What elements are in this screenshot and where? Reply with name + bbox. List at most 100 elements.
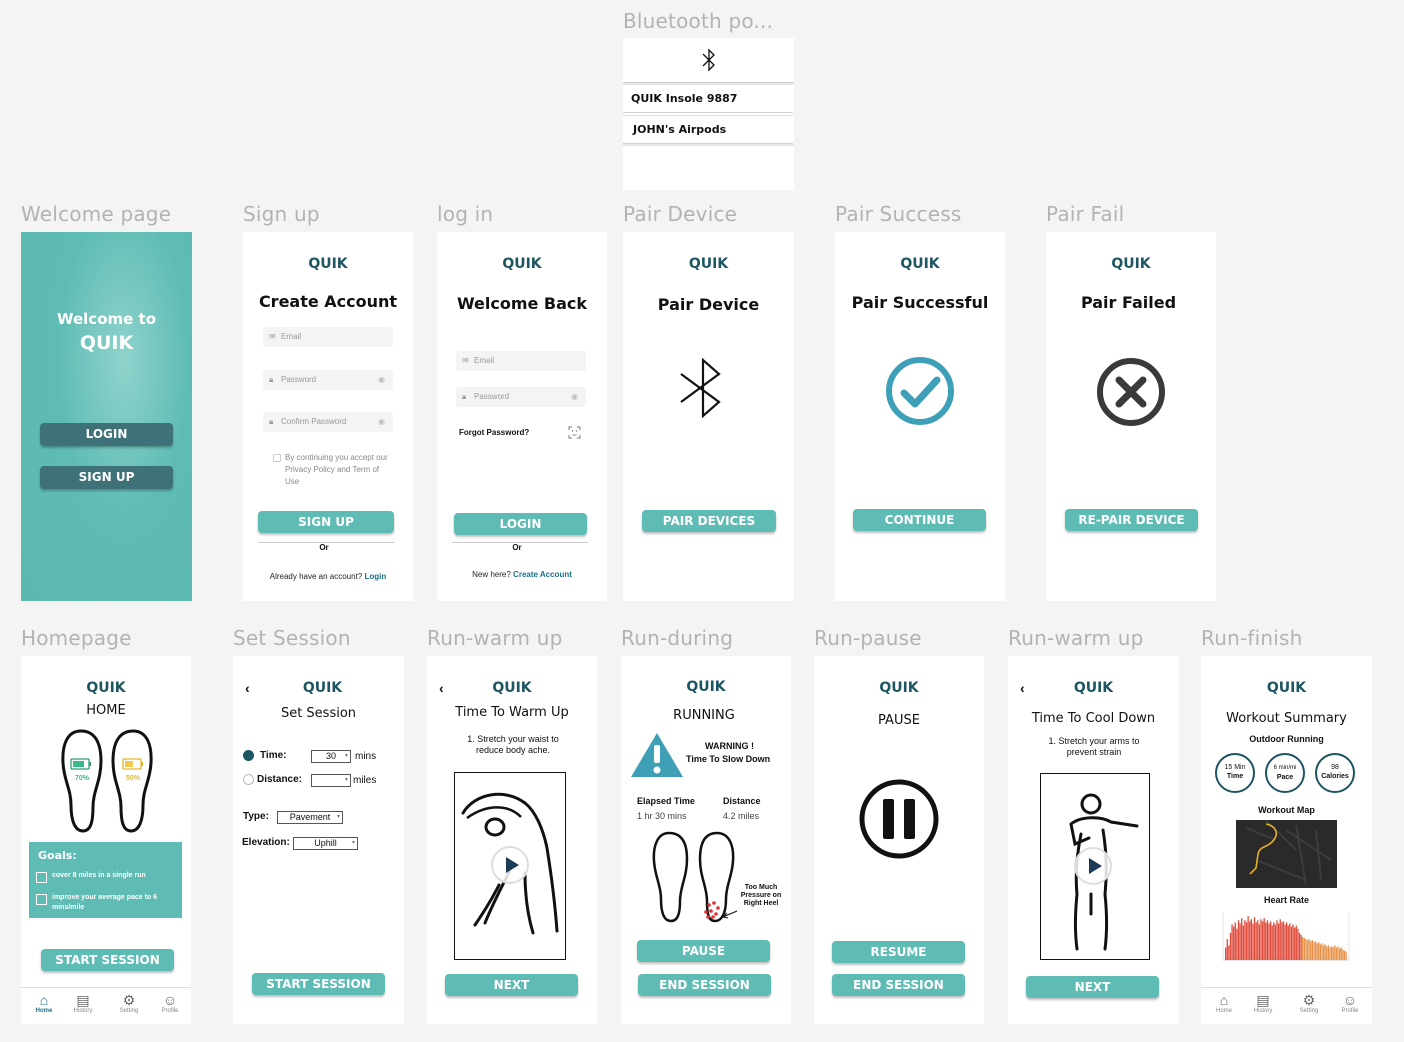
- nav-profile[interactable]: ☺ Profile: [153, 992, 187, 1014]
- email-field[interactable]: ✉ Email: [456, 351, 586, 371]
- distance-radio[interactable]: [243, 774, 254, 785]
- heart-rate-bar: [1314, 941, 1317, 960]
- heart-rate-bar: [1282, 921, 1285, 960]
- forgot-password-link[interactable]: Forgot Password?: [459, 428, 529, 437]
- workout-type: Outdoor Running: [1249, 734, 1324, 744]
- signup-submit-button[interactable]: SIGN UP: [258, 511, 394, 533]
- brand-logo: QUIK: [308, 256, 348, 272]
- start-session-button[interactable]: START SESSION: [252, 973, 385, 995]
- login-submit-button[interactable]: LOGIN: [454, 513, 587, 535]
- end-session-button[interactable]: END SESSION: [638, 974, 771, 996]
- pair-frame: QUIK Pair Device PAIR DEVICES: [623, 232, 794, 601]
- workout-map[interactable]: [1236, 820, 1337, 888]
- home-icon: ⌂: [1219, 992, 1229, 1008]
- profile-icon: ☺: [162, 992, 178, 1008]
- email-field[interactable]: ✉ Email: [263, 327, 393, 347]
- brand-logo: QUIK: [900, 256, 940, 272]
- repair-device-button[interactable]: RE-PAIR DEVICE: [1065, 509, 1198, 531]
- insole-pressure-illustration: [652, 831, 738, 923]
- eye-icon[interactable]: ◉: [378, 370, 385, 390]
- play-icon[interactable]: [491, 846, 529, 884]
- play-icon[interactable]: [1074, 847, 1112, 885]
- brand-logo: QUIK: [302, 680, 343, 696]
- password-field[interactable]: 🔒︎ Password ◉: [456, 387, 586, 407]
- end-session-button[interactable]: END SESSION: [832, 974, 965, 996]
- insoles-illustration: [61, 729, 153, 833]
- heart-rate-bar: [1257, 920, 1259, 960]
- finish-frame: QUIK Workout Summary Outdoor Running 15 …: [1201, 656, 1372, 1024]
- login-link[interactable]: Login: [364, 572, 386, 581]
- time-radio[interactable]: [243, 750, 254, 761]
- goal-checkbox[interactable]: [36, 894, 47, 905]
- heart-rate-bar: [1266, 920, 1269, 960]
- brand-logo: QUIK: [1073, 680, 1114, 696]
- nav-history[interactable]: ▤ History: [1246, 992, 1280, 1014]
- goal-item: cover 8 miles in a single run: [52, 872, 146, 879]
- set-session-frame: ‹ QUIK Set Session Time: 30 ▾ mins Distan…: [233, 656, 404, 1024]
- continue-button[interactable]: CONTINUE: [853, 509, 986, 531]
- history-icon: ▤: [76, 992, 90, 1008]
- video-player[interactable]: [1040, 773, 1150, 960]
- pause-frame: QUIK PAUSE RESUME END SESSION: [814, 656, 984, 1024]
- checkmark-circle-icon: [886, 357, 954, 425]
- next-button[interactable]: NEXT: [1026, 976, 1159, 998]
- type-select[interactable]: Pavement ▾: [277, 811, 343, 824]
- heart-rate-bar: [1298, 932, 1301, 960]
- signup-frame: QUIK Create Account ✉ Email 🔒︎ Password ◉ 🔒…: [243, 232, 413, 601]
- pair-devices-button[interactable]: PAIR DEVICES: [642, 510, 776, 532]
- lock-icon: 🔒︎: [462, 392, 467, 401]
- page-title: RUNNING: [673, 708, 735, 723]
- eye-icon[interactable]: ◉: [571, 387, 578, 407]
- nav-profile[interactable]: ☺ Profile: [1333, 992, 1367, 1014]
- device-row-airpods[interactable]: JOHN's Airpods: [623, 115, 793, 144]
- heart-rate-bar: [1310, 941, 1312, 960]
- terms-checkbox[interactable]: [273, 454, 281, 462]
- distance-label: Distance: [723, 796, 761, 806]
- page-title: HOME: [86, 703, 126, 718]
- heart-rate-bar: [1306, 940, 1309, 960]
- time-label: Time:: [260, 750, 287, 761]
- distance-select[interactable]: ▾: [311, 774, 351, 787]
- heart-rate-bar: [1269, 921, 1272, 960]
- start-session-button[interactable]: START SESSION: [41, 949, 174, 971]
- device-row-quik-insole[interactable]: QUIK Insole 9887: [623, 84, 793, 113]
- heart-rate-bar: [1343, 950, 1346, 960]
- bluetooth-icon: [702, 48, 715, 72]
- resume-button[interactable]: RESUME: [832, 941, 965, 963]
- goal-checkbox[interactable]: [36, 872, 47, 883]
- distance-value: 4.2 miles: [723, 811, 760, 821]
- nav-setting[interactable]: ⚙ Setting: [1292, 992, 1326, 1014]
- pause-button[interactable]: PAUSE: [637, 940, 770, 962]
- heart-rate-bar: [1319, 944, 1322, 960]
- bluetooth-icon: [680, 357, 721, 419]
- time-select[interactable]: 30 ▾: [311, 750, 351, 763]
- next-button[interactable]: NEXT: [445, 974, 578, 996]
- heart-rate-bar: [1326, 946, 1328, 960]
- heart-rate-bar: [1318, 942, 1320, 960]
- heart-rate-bar: [1324, 944, 1326, 960]
- frame-label-set: Set Session: [233, 626, 351, 650]
- nav-setting[interactable]: ⚙ Setting: [112, 992, 146, 1014]
- brand-logo: QUIK: [492, 680, 532, 696]
- warning-icon: [631, 733, 683, 777]
- face-id-icon[interactable]: [568, 426, 581, 439]
- signup-button[interactable]: SIGN UP: [40, 466, 173, 489]
- instruction-text: 1. Stretch your waist to reduce body ach…: [467, 734, 559, 755]
- nav-history[interactable]: ▤ History: [66, 992, 100, 1014]
- login-button[interactable]: LOGIN: [40, 423, 173, 446]
- warm-up-frame: ‹ QUIK Time To Warm Up 1. Stretch your w…: [427, 656, 597, 1024]
- confirm-password-field[interactable]: 🔒︎ Confirm Password ◉: [263, 412, 393, 432]
- heart-rate-bar: [1316, 943, 1318, 960]
- video-player[interactable]: [454, 772, 566, 960]
- dropdown-icon: ▾: [336, 814, 340, 820]
- heart-rate-bar: [1261, 921, 1264, 960]
- create-account-link[interactable]: Create Account: [513, 570, 572, 579]
- password-field[interactable]: 🔒︎ Password ◉: [263, 370, 393, 390]
- home-frame: QUIK HOME 70% 50% Goals: cover 8 miles i…: [21, 656, 191, 1024]
- nav-home[interactable]: ⌂ Home: [27, 992, 61, 1014]
- heart-rate-chart: [1222, 912, 1350, 961]
- heart-rate-bar: [1273, 922, 1275, 960]
- eye-icon[interactable]: ◉: [378, 412, 385, 432]
- nav-home[interactable]: ⌂ Home: [1207, 992, 1241, 1014]
- elevation-select[interactable]: Uphill ▾: [293, 837, 358, 850]
